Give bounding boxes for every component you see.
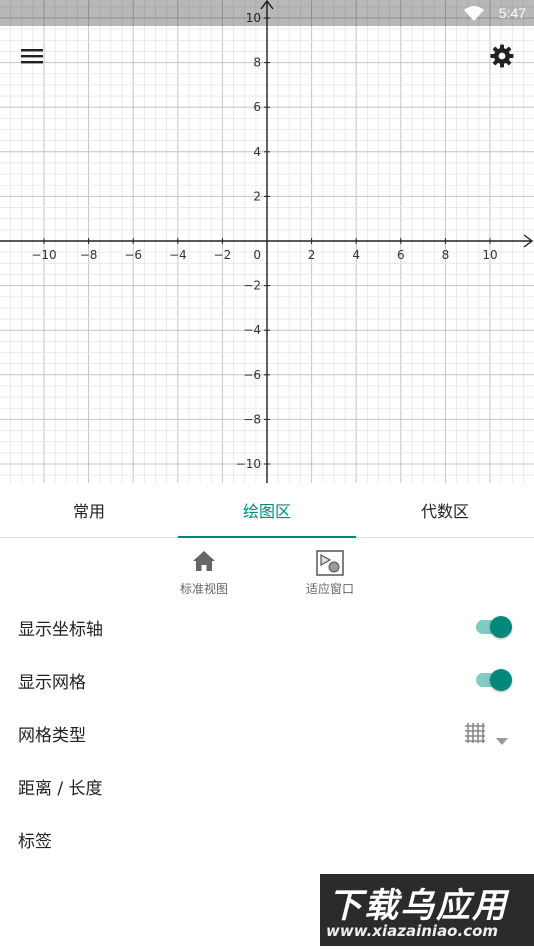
y-tick-label: 4 <box>253 145 261 159</box>
status-bar: 5:47 <box>0 0 534 26</box>
y-tick-label: 8 <box>253 56 261 70</box>
menu-icon <box>21 47 43 69</box>
x-tick-label: 8 <box>442 248 450 262</box>
x-tick-label: −6 <box>124 248 142 262</box>
tab-algebra[interactable]: 代数区 <box>356 483 534 537</box>
settings-icon <box>490 44 514 72</box>
fit-window-icon <box>316 550 344 580</box>
x-tick-label: −2 <box>214 248 232 262</box>
watermark-url: www.xiazainiao.com <box>326 922 499 940</box>
x-tick-label: −8 <box>80 248 98 262</box>
show-axes-row[interactable]: 显示坐标轴 <box>0 600 534 653</box>
grid-type-row[interactable]: 网格类型 <box>0 706 534 759</box>
y-tick-label: −10 <box>236 457 261 471</box>
menu-button[interactable] <box>12 38 52 78</box>
distance-length-row[interactable]: 距离 / 长度 <box>0 759 534 812</box>
tab-common[interactable]: 常用 <box>0 483 178 537</box>
coordinate-plane[interactable]: −10 −8 −6 −4 −2 2 4 6 8 10108642−2−4−6−8−100 <box>0 0 534 483</box>
show-grid-toggle[interactable] <box>476 669 512 691</box>
y-tick-label: −8 <box>243 412 261 426</box>
graphics-view[interactable]: −10 −8 −6 −4 −2 2 4 6 8 10 10 8 6 4 2 −2 −4 −6 −8 −10 0 <box>0 0 534 483</box>
wifi-icon <box>464 6 484 25</box>
settings-button[interactable] <box>482 38 522 78</box>
y-tick-label: −6 <box>243 368 261 382</box>
show-grid-row[interactable]: 显示网格 <box>0 653 534 706</box>
x-tick-label: 4 <box>352 248 360 262</box>
grid-icon <box>464 722 486 748</box>
status-time: 5:47 <box>498 5 526 21</box>
settings-tabs: 常用 绘图区 代数区 <box>0 483 534 538</box>
y-tick-label: 2 <box>253 189 261 203</box>
home-icon <box>192 550 216 576</box>
x-tick-label: −4 <box>169 248 187 262</box>
origin-label: 0 <box>253 248 261 262</box>
y-tick-label: 6 <box>253 100 261 114</box>
x-tick-label: 10 <box>482 248 497 262</box>
watermark-title: 下载乌应用 <box>328 886 508 926</box>
standard-view-button[interactable]: 标准视图 <box>159 548 249 598</box>
x-tick-label: 2 <box>308 248 316 262</box>
y-tick-label: −2 <box>243 279 261 293</box>
x-tick-label: 6 <box>397 248 405 262</box>
labels-row[interactable]: 标签 <box>0 812 534 865</box>
x-tick-label: −10 <box>31 248 56 262</box>
watermark: 下载乌应用 www.xiazainiao.com <box>320 874 534 946</box>
y-tick-label: −4 <box>243 323 261 337</box>
tab-graphics[interactable]: 绘图区 <box>178 483 356 538</box>
fit-window-button[interactable]: 适应窗口 <box>285 548 375 598</box>
show-axes-toggle[interactable] <box>476 616 512 638</box>
dropdown-arrow-icon[interactable] <box>496 730 508 749</box>
